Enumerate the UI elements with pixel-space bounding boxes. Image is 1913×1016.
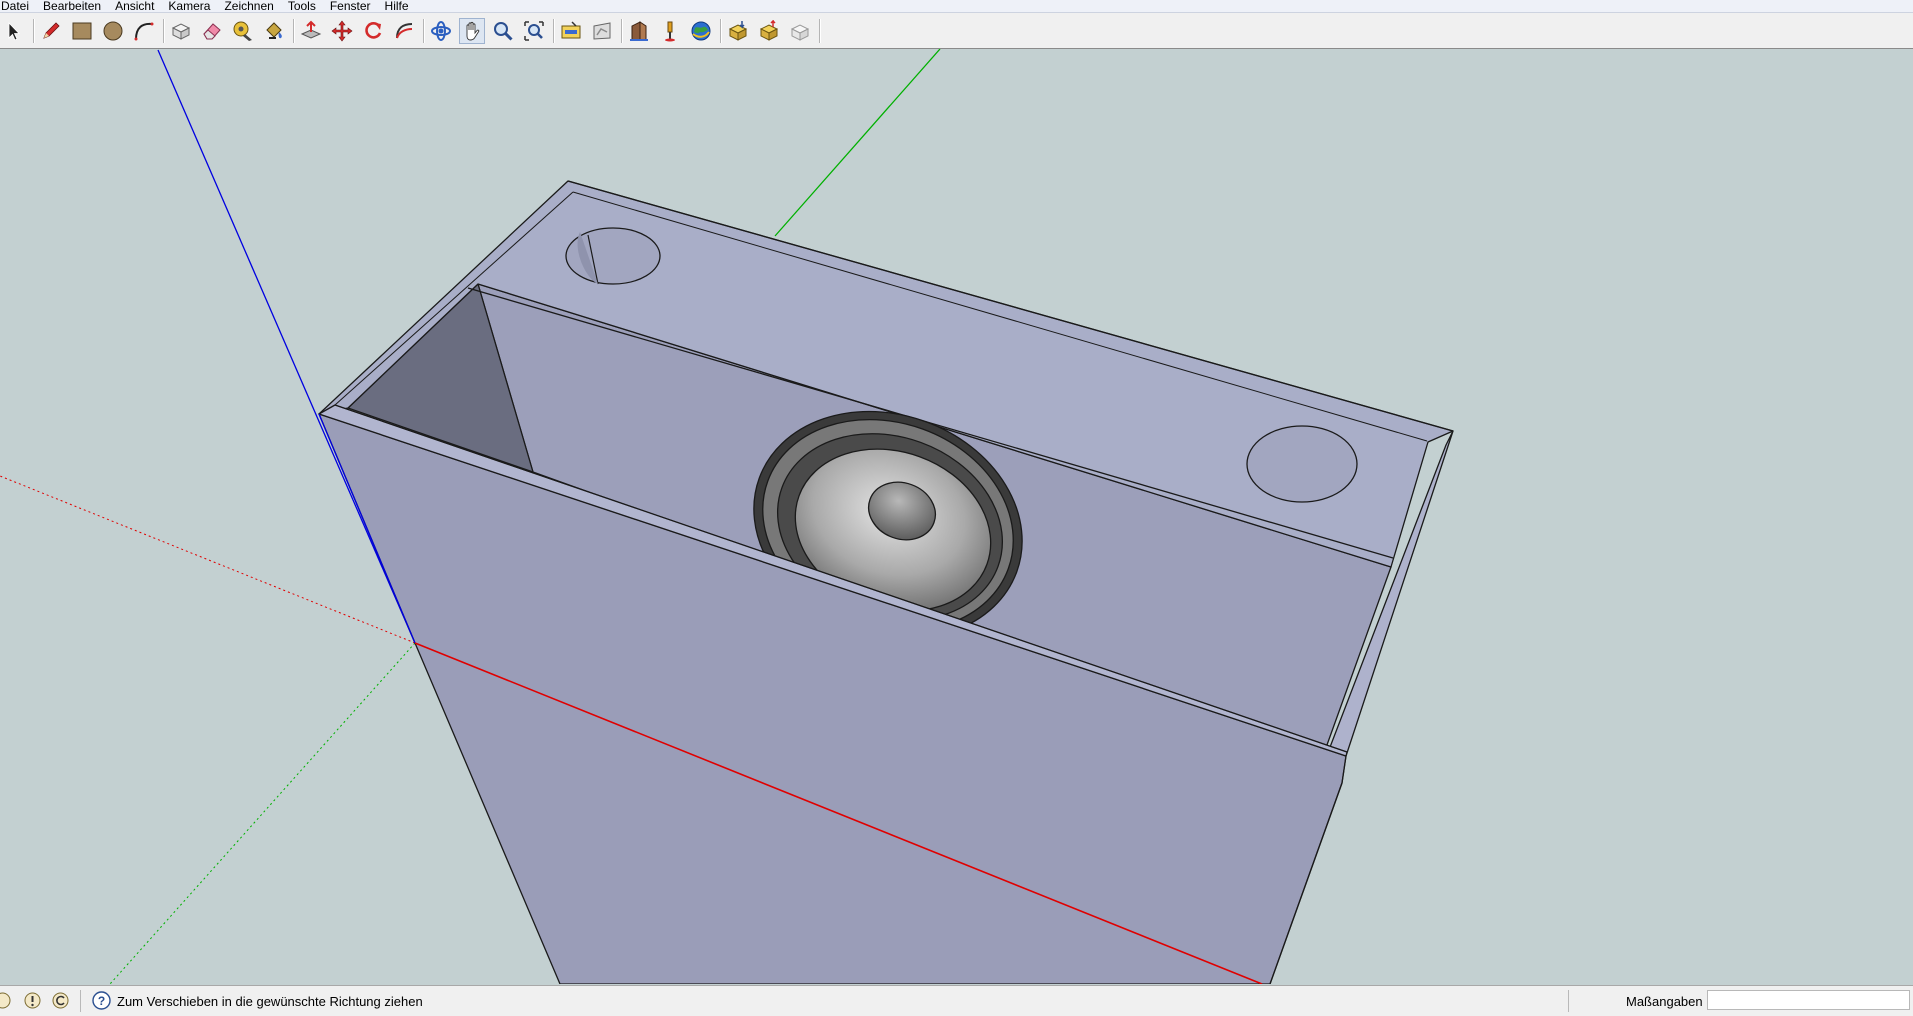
paint-bucket-tool-button[interactable] [261,18,287,44]
user-account-icon[interactable] [52,992,69,1009]
pan-tool-button[interactable] [459,18,485,44]
dynamic-component-icon [790,24,810,41]
pan-hand-icon [466,21,480,41]
zoom-extents-button[interactable] [521,18,547,44]
make-component-button[interactable] [168,18,194,44]
share-component-button[interactable] [725,18,751,44]
component-download-icon [728,21,748,41]
measurements-input[interactable] [1707,990,1910,1010]
globe-icon [691,21,711,41]
building-icon [630,21,648,41]
push-pull-tool-button[interactable] [298,18,324,44]
orbit-icon [431,21,451,41]
green-axis-negative [109,642,416,984]
share-model-button[interactable] [589,18,615,44]
place-model-button[interactable] [657,18,683,44]
help-icon[interactable]: ? [92,991,111,1010]
toolbar-separator [621,19,623,43]
rectangle-icon [72,22,92,40]
blue-axis-line [157,49,416,644]
eraser-tool-button[interactable] [199,18,225,44]
menu-file[interactable]: Datei [0,0,36,12]
pencil-tool-button[interactable] [38,18,64,44]
get-models-button[interactable] [558,18,584,44]
component-icon [171,23,191,40]
tape-measure-tool-button[interactable] [230,18,256,44]
orbit-tool-button[interactable] [428,18,454,44]
share-model-icon [593,22,611,40]
geo-location-icon [0,992,11,1009]
status-bar: ? Zum Verschieben in die gewünschte Rich… [0,985,1913,1016]
eraser-icon [203,23,221,40]
circle-tool-button[interactable] [100,18,126,44]
toolbar-separator [293,19,295,43]
google-earth-button[interactable] [688,18,714,44]
menu-view[interactable]: Ansicht [108,0,161,12]
tape-measure-icon [233,21,252,41]
toolbar-separator [423,19,425,43]
toolbar-separator [819,19,821,43]
component-upload-icon [759,20,779,41]
pushpin-icon [665,21,675,42]
arc-icon [134,22,154,41]
menu-edit[interactable]: Bearbeiten [36,0,108,12]
toolbar-separator [33,19,35,43]
move-icon [331,20,353,42]
toolbar-separator [553,19,555,43]
menu-help[interactable]: Hilfe [378,0,416,12]
warehouse-icon [561,21,581,39]
move-tool-button[interactable] [329,18,355,44]
menu-bar: Datei Bearbeiten Ansicht Kamera Zeichnen… [0,0,1913,13]
push-pull-icon [300,20,322,39]
status-message: Zum Verschieben in die gewünschte Richtu… [117,994,423,1009]
zoom-tool-button[interactable] [490,18,516,44]
status-separator [1568,990,1569,1012]
bass-port-right [1246,425,1358,503]
toolbar-separator [720,19,722,43]
measurements-label: Maßangaben [1626,994,1703,1009]
menu-window[interactable]: Fenster [323,0,378,12]
green-axis-line [774,49,941,237]
menu-tools[interactable]: Tools [281,0,323,12]
photo-textures-button[interactable] [626,18,652,44]
rotate-tool-button[interactable] [360,18,386,44]
menu-camera[interactable]: Kamera [161,0,217,12]
3d-scene [0,49,1454,984]
paint-bucket-icon [266,22,282,39]
follow-me-tool-button[interactable] [391,18,417,44]
modeling-viewport[interactable] [0,49,1913,984]
dynamic-component-button[interactable] [787,18,813,44]
svg-text:?: ? [98,994,105,1008]
zoom-extents-icon [524,21,544,41]
arc-tool-button[interactable] [131,18,157,44]
magnifier-icon [494,22,513,41]
pencil-icon [43,22,60,39]
menu-draw[interactable]: Zeichnen [217,0,280,12]
toolbar [0,13,1913,49]
rotate-icon [365,22,382,39]
follow-me-icon [396,23,413,39]
toolbar-separator [163,19,165,43]
rectangle-tool-button[interactable] [69,18,95,44]
circle-icon [103,21,123,41]
component-upload-button[interactable] [756,18,782,44]
arrow-cursor-icon [8,22,20,41]
red-axis-negative [0,475,416,644]
credits-icon[interactable] [24,992,41,1009]
status-separator [80,990,81,1012]
select-tool-button[interactable] [1,18,27,44]
